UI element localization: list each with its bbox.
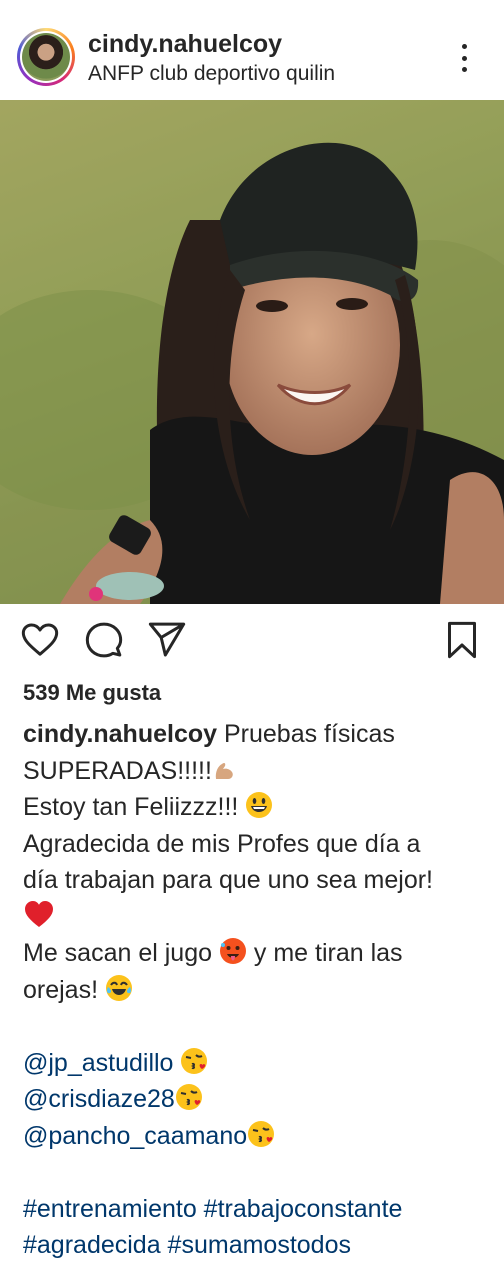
flexed-biceps-icon	[215, 762, 233, 779]
post-header: cindy.nahuelcoy ANFP club deportivo quil…	[0, 0, 504, 98]
caption-line-5: día trabajan para que uno sea mejor!	[23, 866, 433, 894]
caption-line-2: SUPERADAS!!!!!	[23, 753, 493, 790]
caption-line-7: Me sacan el jugo y me tiran las	[23, 935, 493, 972]
kissing-heart-icon	[248, 1120, 275, 1147]
caption-line-4: Agradecida de mis Profes que día a	[23, 829, 421, 858]
hashtags-line-1[interactable]: #entrenamiento #trabajoconstante	[23, 1191, 493, 1228]
avatar-image	[22, 33, 70, 81]
grinning-face-icon	[246, 792, 273, 818]
caption-line-mention-1: @jp_astudillo	[23, 1045, 493, 1082]
send-icon[interactable]	[147, 620, 187, 660]
mention-link-3[interactable]: @pancho_caamano	[23, 1122, 247, 1150]
hot-face-icon	[219, 938, 246, 964]
bookmark-icon[interactable]	[442, 620, 482, 660]
caption-text-3: Estoy tan Feliizzz!!!	[23, 793, 246, 821]
caption-line-6	[23, 899, 493, 936]
hashtags-line-2[interactable]: #agradecida #sumamostodos	[23, 1227, 493, 1264]
heart-icon[interactable]	[20, 620, 60, 660]
tears-of-joy-icon	[105, 974, 132, 1001]
caption-line-3: Estoy tan Feliizzz!!!	[23, 789, 493, 826]
caption-text-7b: y me tiran las	[246, 939, 403, 967]
caption-line-mention-2: @crisdiaze28	[23, 1081, 493, 1118]
caption-line-mention-3: @pancho_caamano	[23, 1118, 493, 1155]
caption-blank-line-2	[23, 1154, 493, 1191]
caption-text-1: Pruebas físicas	[217, 720, 395, 748]
likes-count[interactable]: 539 Me gusta	[23, 680, 161, 706]
caption-text-2: SUPERADAS!!!!!	[23, 756, 212, 785]
caption-text-8: orejas!	[23, 975, 105, 1004]
mention-link-1[interactable]: @jp_astudillo	[23, 1049, 173, 1077]
avatar[interactable]	[17, 28, 75, 86]
post-location[interactable]: ANFP club deportivo quilin	[88, 62, 335, 86]
post-photo-illustration	[0, 100, 504, 604]
more-options-icon[interactable]	[452, 40, 476, 76]
mention-link-2[interactable]: @crisdiaze28	[23, 1085, 175, 1113]
red-heart-icon	[25, 900, 53, 927]
caption-text-7a: Me sacan el jugo	[23, 939, 219, 967]
post-photo[interactable]	[0, 100, 504, 604]
post-username[interactable]: cindy.nahuelcoy	[88, 30, 282, 59]
caption-username[interactable]: cindy.nahuelcoy	[23, 720, 217, 748]
post-caption: cindy.nahuelcoy Pruebas físicas SUPERADA…	[23, 716, 493, 1264]
comment-icon[interactable]	[84, 620, 124, 660]
kissing-heart-icon	[181, 1047, 208, 1074]
kissing-heart-icon	[175, 1084, 202, 1110]
post-actions	[0, 612, 504, 668]
caption-line-8: orejas!	[23, 972, 493, 1009]
caption-line-1: cindy.nahuelcoy Pruebas físicas	[23, 716, 493, 753]
